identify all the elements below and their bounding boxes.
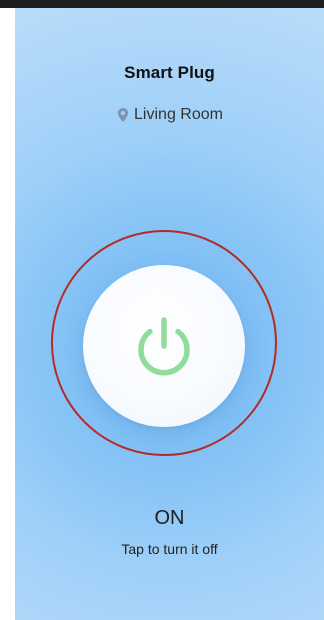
power-state-label: ON	[154, 507, 185, 529]
power-icon	[138, 317, 190, 376]
toggle-hint-label: Tap to turn it off	[121, 541, 218, 557]
smart-plug-screen: Smart Plug Living Room ON Tap to turn it…	[15, 8, 324, 620]
phone-frame: Smart Plug Living Room ON Tap to turn it…	[0, 0, 324, 620]
status-bar	[0, 0, 324, 8]
device-location: Living Room	[15, 106, 324, 124]
device-title: Smart Plug	[124, 63, 215, 82]
location-pin-icon	[118, 108, 129, 122]
power-toggle-button[interactable]	[83, 265, 245, 427]
location-label: Living Room	[134, 106, 223, 123]
